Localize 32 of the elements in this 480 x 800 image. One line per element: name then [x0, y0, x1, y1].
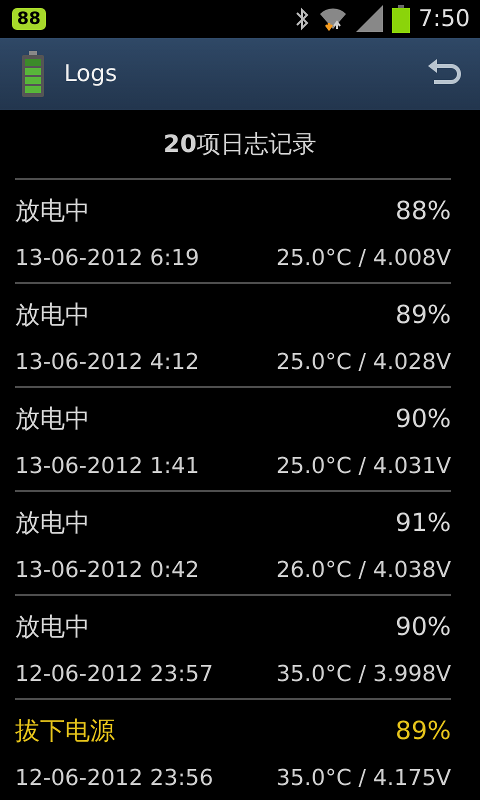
log-datetime: 13-06-2012 4:12 [15, 349, 200, 377]
battery-app-icon [22, 51, 44, 97]
log-datetime: 13-06-2012 1:41 [15, 453, 200, 481]
log-datetime: 13-06-2012 0:42 [15, 557, 200, 585]
temperature-voltage: 25.0°C / 4.031V [276, 453, 451, 481]
battery-percent: 88% [395, 195, 451, 227]
battery-icon [392, 5, 410, 33]
app-title: Logs [64, 60, 118, 89]
temperature-voltage: 26.0°C / 4.038V [276, 557, 451, 585]
battery-percent: 91% [395, 507, 451, 539]
battery-percent: 89% [395, 299, 451, 331]
log-state: 放电中 [15, 611, 90, 643]
temperature-voltage: 35.0°C / 4.175V [276, 765, 451, 793]
log-datetime: 13-06-2012 6:19 [15, 245, 200, 273]
temperature-voltage: 25.0°C / 4.028V [276, 349, 451, 377]
log-state: 放电中 [15, 403, 90, 435]
clock: 7:50 [418, 4, 470, 34]
log-state: 拔下电源 [15, 715, 115, 747]
battery-percent: 90% [395, 611, 451, 643]
temperature-voltage: 35.0°C / 3.998V [276, 661, 451, 689]
log-count: 20项日志记录 [163, 129, 317, 160]
temperature-voltage: 25.0°C / 4.008V [276, 245, 451, 273]
log-state: 放电中 [15, 299, 90, 331]
battery-badge: 88 [12, 8, 46, 30]
signal-icon [356, 5, 384, 33]
battery-percent: 90% [395, 403, 451, 435]
log-state: 放电中 [15, 507, 90, 539]
bluetooth-icon [294, 7, 310, 31]
log-datetime: 12-06-2012 23:57 [15, 661, 214, 689]
battery-percent: 89% [395, 715, 451, 747]
log-state: 放电中 [15, 195, 90, 227]
log-datetime: 12-06-2012 23:56 [15, 765, 214, 793]
